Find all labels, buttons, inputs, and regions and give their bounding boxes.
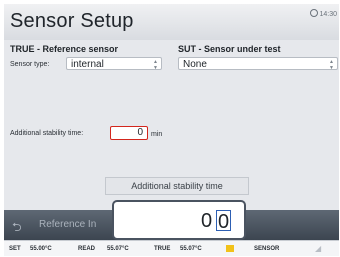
select-arrows-icon: ▲ ▼ [153, 59, 158, 71]
set-label: SET [9, 246, 21, 252]
stability-time-label: Additional stability time: [10, 130, 84, 137]
reference-input-button[interactable]: Reference In [39, 219, 96, 230]
true-label: TRUE [154, 246, 171, 252]
clock-icon [310, 9, 319, 17]
read-label: READ [78, 246, 96, 252]
true-value: 55.07°C [180, 246, 202, 252]
numpad-digit-cursor: 0 [216, 210, 231, 233]
read-value: 55.07°C [107, 246, 129, 252]
sensor-type-label: Sensor type: [10, 61, 50, 68]
sut-sensor-title: SUT - Sensor under test [178, 44, 281, 54]
page-title: Sensor Setup [10, 10, 134, 32]
numpad-digit: 0 [201, 210, 213, 232]
signal-icon: ◢ [315, 244, 322, 253]
set-value: 55.00°C [30, 246, 52, 252]
clock-time: 14:30 [319, 11, 337, 18]
header: Sensor Setup 14:30 [4, 4, 339, 40]
true-status-swatch [226, 245, 234, 252]
numpad-display[interactable]: 0 0 [112, 200, 246, 240]
reference-sensor-type-select[interactable]: internal ▲ ▼ [66, 57, 162, 71]
back-arrow-icon[interactable]: ⮌ [12, 218, 22, 239]
reference-sensor-type-value: internal [71, 59, 104, 70]
sensor-label: SENSOR [254, 246, 280, 252]
stability-time-unit: min [151, 131, 163, 138]
sensor-setup-screen: Sensor Setup 14:30 TRUE - Reference sens… [4, 4, 339, 256]
select-arrows-icon: ▲ ▼ [329, 59, 334, 71]
numpad-title: Additional stability time [105, 177, 249, 195]
stability-time-input[interactable]: 0 [110, 126, 148, 140]
clock: 14:30 [310, 9, 337, 18]
status-bar: SET 55.00°C READ 55.07°C TRUE 55.07°C SE… [4, 240, 339, 256]
sut-sensor-type-value: None [183, 59, 207, 70]
reference-sensor-title: TRUE - Reference sensor [10, 44, 119, 54]
sut-sensor-type-select[interactable]: None ▲ ▼ [178, 57, 338, 71]
